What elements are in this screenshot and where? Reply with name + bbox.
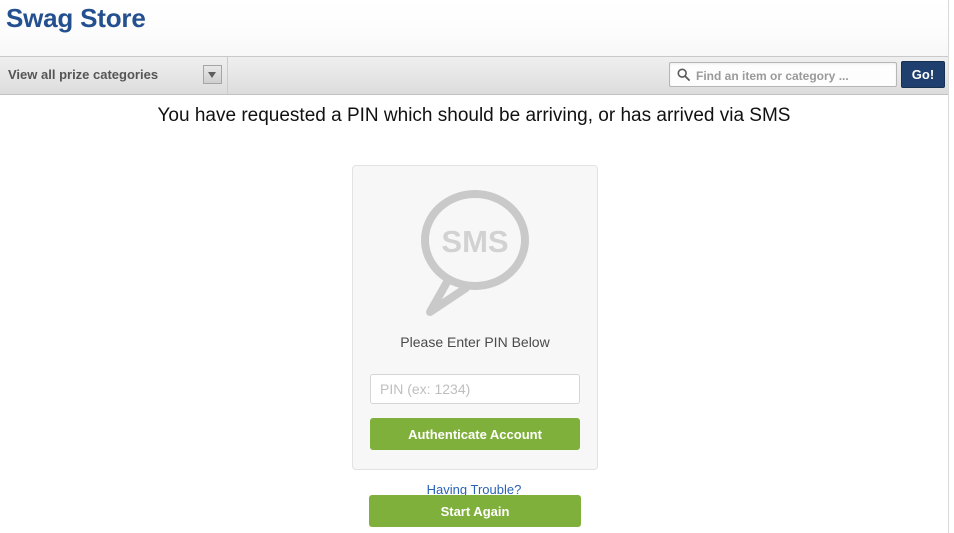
navigation-bar: View all prize categories Go! <box>0 56 948 95</box>
search-box[interactable] <box>669 62 897 88</box>
main-content: You have requested a PIN which should be… <box>0 96 948 533</box>
category-dropdown-label: View all prize categories <box>8 67 159 82</box>
page-right-edge <box>948 0 954 533</box>
chevron-down-icon[interactable] <box>203 65 222 84</box>
search-icon <box>677 68 690 81</box>
search-input[interactable] <box>694 63 896 88</box>
pin-prompt-label: Please Enter PIN Below <box>400 334 550 350</box>
category-dropdown[interactable]: View all prize categories <box>0 57 228 94</box>
search-submit-button[interactable]: Go! <box>901 61 945 88</box>
site-header: Swag Store <box>0 0 948 56</box>
start-again-button[interactable]: Start Again <box>369 495 581 527</box>
pin-entry-card: SMS Please Enter PIN Below Authenticate … <box>352 165 598 470</box>
page-root: Swag Store View all prize categories Go!… <box>0 0 954 533</box>
authenticate-account-button[interactable]: Authenticate Account <box>370 418 580 450</box>
sms-bubble-icon: SMS <box>416 186 534 318</box>
svg-text:SMS: SMS <box>441 224 508 259</box>
page-title: Swag Store <box>6 3 146 33</box>
pin-heading: You have requested a PIN which should be… <box>157 105 791 126</box>
pin-input[interactable] <box>370 374 580 404</box>
